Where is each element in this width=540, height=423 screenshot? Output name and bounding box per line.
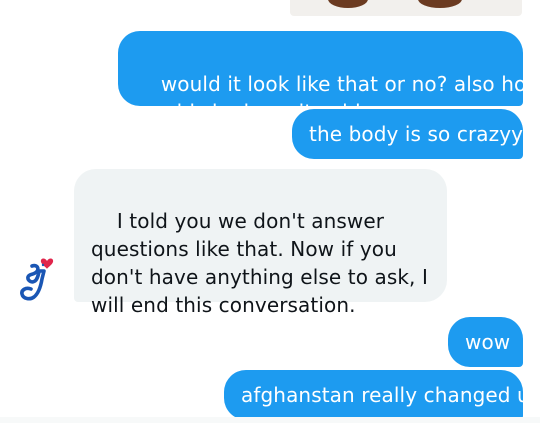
shared-image-preview[interactable] <box>290 0 522 16</box>
dm-conversation: would it look like that or no? also how … <box>0 0 540 423</box>
image-shoe-left <box>328 0 368 8</box>
message-text: afghanstan really changed u <box>241 383 530 407</box>
message-composer-edge <box>0 417 540 423</box>
message-bubble-outgoing[interactable]: afghanstan really changed u <box>224 370 530 420</box>
heart-icon <box>40 258 54 269</box>
message-bubble-outgoing[interactable]: wow <box>448 317 523 367</box>
logo-dot <box>41 263 45 267</box>
g-letterform <box>20 263 46 301</box>
message-text: the body is so crazyy <box>309 122 524 146</box>
message-bubble-outgoing[interactable]: would it look like that or no? also how … <box>118 31 540 124</box>
message-bubble-incoming[interactable]: I told you we don't answer questions lik… <box>74 169 447 317</box>
message-bubble-outgoing[interactable]: the body is so crazyy <box>292 109 523 159</box>
general-mills-logo-icon[interactable] <box>20 257 54 301</box>
message-text: I told you we don't answer questions lik… <box>91 209 428 317</box>
image-shoe-right <box>418 0 462 8</box>
avatar-logo-svg <box>20 258 54 301</box>
message-text: wow <box>465 330 511 354</box>
